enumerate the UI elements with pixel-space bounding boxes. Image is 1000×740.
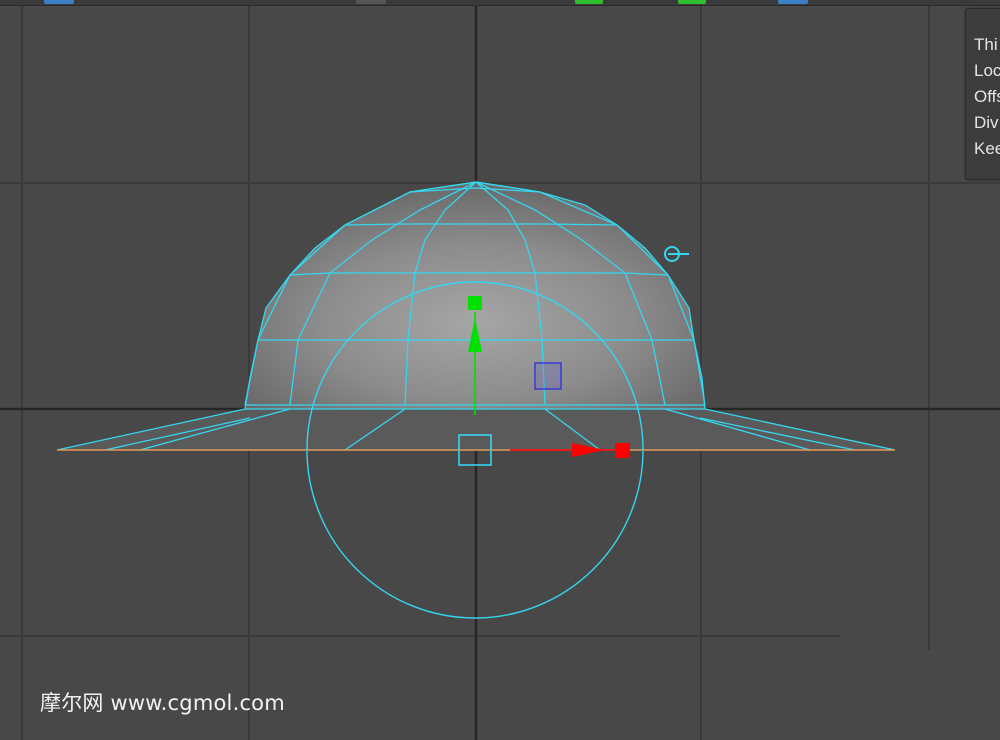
attribute-panel[interactable]: Thi Loc Offs Div Kee <box>965 8 1000 180</box>
attr-row-thickness[interactable]: Thi <box>974 35 998 55</box>
pivot-icon[interactable] <box>664 246 689 262</box>
toolbar-green-indicator-2[interactable] <box>678 0 706 4</box>
attr-row-local[interactable]: Loc <box>974 61 1000 81</box>
attr-row-divisions[interactable]: Div <box>974 113 999 133</box>
attr-row-offset[interactable]: Offs <box>974 87 1000 107</box>
plane-handle[interactable] <box>534 362 562 390</box>
modeling-viewport[interactable]: Thi Loc Offs Div Kee 摩尔网 www.cgmol.com <box>0 0 1000 740</box>
toolbar-button-2[interactable] <box>356 0 386 4</box>
watermark: 摩尔网 www.cgmol.com <box>40 691 285 715</box>
viewport-scene[interactable] <box>0 0 1000 740</box>
toolbar-button-1[interactable] <box>44 0 74 4</box>
top-toolbar <box>0 0 1000 6</box>
toolbar-button-3[interactable] <box>778 0 808 4</box>
toolbar-green-indicator-1[interactable] <box>575 0 603 4</box>
hat-brim[interactable] <box>57 409 895 450</box>
y-axis-scale-handle[interactable] <box>468 296 482 310</box>
x-axis-scale-handle[interactable] <box>615 443 630 458</box>
attr-row-keep[interactable]: Kee <box>974 139 1000 159</box>
